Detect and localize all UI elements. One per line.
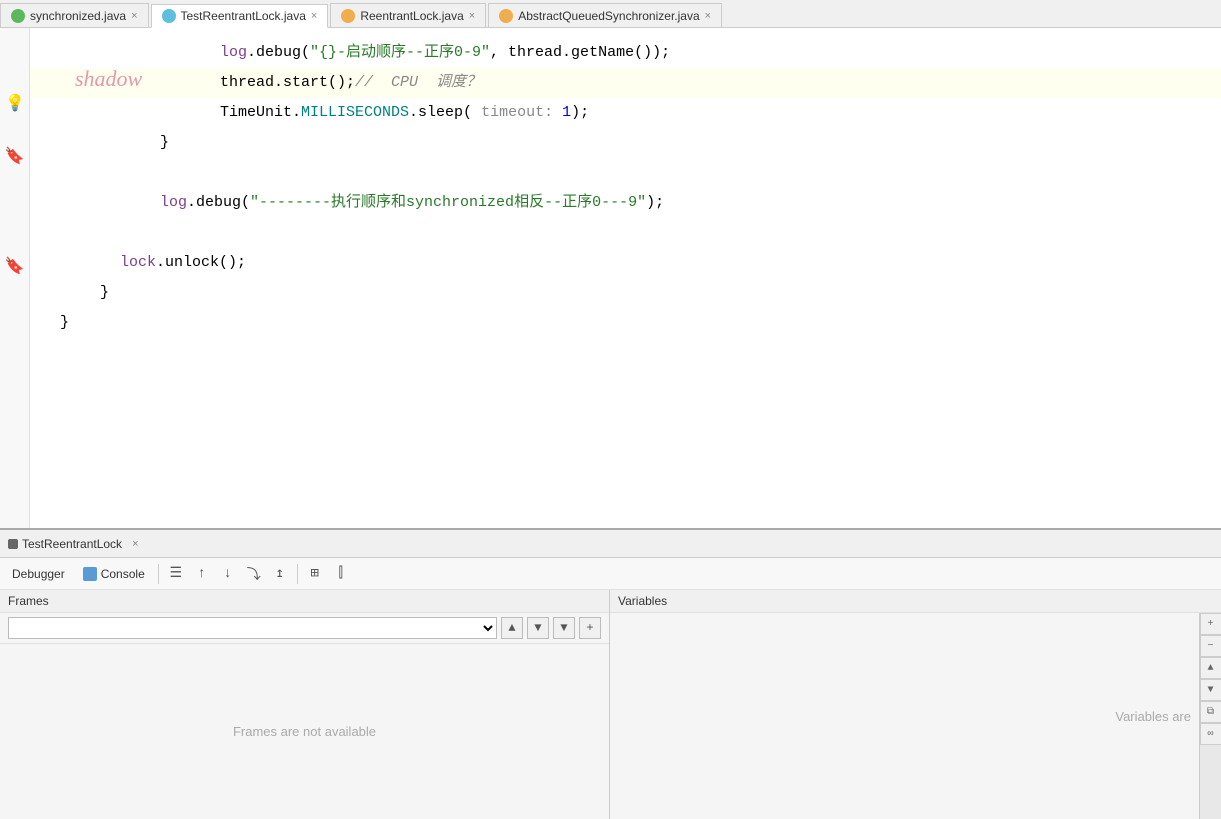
debug-toolbar: Debugger Console ☰ ↑ ↓ ⤵ ↥ ⊞ ⫿ <box>0 558 1221 590</box>
tab-testreentrant[interactable]: TestReentrantLock.java × <box>151 4 329 28</box>
tab-console-label: Console <box>101 567 145 581</box>
close-icon-abstractqueue[interactable]: × <box>705 10 711 22</box>
toolbar-sep-2 <box>297 564 298 584</box>
variables-empty-text: Variables are <box>1115 709 1191 724</box>
scrollbar-plus[interactable]: + <box>1200 613 1221 635</box>
scrollbar-up[interactable]: ▲ <box>1200 657 1221 679</box>
debug-session-close[interactable]: × <box>132 538 138 550</box>
code-line-5 <box>30 158 1221 188</box>
variables-content: Variables are <box>610 613 1199 819</box>
code-content: log.debug("{}-启动顺序--正序0-9", thread.getNa… <box>30 28 1221 528</box>
tab-label-synchronized: synchronized.java <box>30 9 126 23</box>
step-out-btn[interactable]: ↥ <box>268 562 292 586</box>
debug-tab-row: TestReentrantLock × <box>0 530 1221 558</box>
frames-dropdown[interactable] <box>8 617 497 639</box>
table-view-btn[interactable]: ⊞ <box>303 562 327 586</box>
lightbulb-icon[interactable]: 💡 <box>5 93 25 113</box>
close-icon-testreentrant[interactable]: × <box>311 10 317 22</box>
frames-filter-btn[interactable]: ▼ <box>553 617 575 639</box>
code-editor: shadow 💡 🔖 🔖 log.debug("{}-启动顺序--正序0-9",… <box>0 28 1221 528</box>
menu-icon-btn[interactable]: ☰ <box>164 562 188 586</box>
code-line-2: thread.start();// CPU 调度？ <box>30 68 1221 98</box>
step-into-btn[interactable]: ⤵ <box>242 562 266 586</box>
code-line-6: log.debug("--------执行顺序和synchronized相反--… <box>30 188 1221 218</box>
frames-nav-down[interactable]: ▼ <box>527 617 549 639</box>
scrollbar-minus[interactable]: − <box>1200 635 1221 657</box>
debug-run-name: TestReentrantLock × <box>0 537 147 551</box>
columns-btn[interactable]: ⫿ <box>329 562 353 586</box>
frames-dropdown-row: ▲ ▼ ▼ + <box>0 613 609 644</box>
scrollbar-copy[interactable]: ⧉ <box>1200 701 1221 723</box>
frames-panel: Frames ▲ ▼ ▼ + Frames are not available <box>0 590 610 819</box>
frames-add-btn[interactable]: + <box>579 617 601 639</box>
tab-icon-synchronized <box>11 9 25 23</box>
close-icon-reentrant[interactable]: × <box>469 10 475 22</box>
step-over-up-btn[interactable]: ↑ <box>190 562 214 586</box>
tab-abstractqueue[interactable]: AbstractQueuedSynchronizer.java × <box>488 3 722 27</box>
scrollbar-down[interactable]: ▼ <box>1200 679 1221 701</box>
step-over-down-btn[interactable]: ↓ <box>216 562 240 586</box>
code-line-1: log.debug("{}-启动顺序--正序0-9", thread.getNa… <box>30 38 1221 68</box>
close-icon-synchronized[interactable]: × <box>131 10 137 22</box>
debug-session-label: TestReentrantLock <box>22 537 122 551</box>
tab-icon-reentrant <box>341 9 355 23</box>
code-line-7 <box>30 218 1221 248</box>
console-icon <box>83 567 97 581</box>
gutter-bookmark-2: 🔖 <box>7 258 23 274</box>
frames-empty-text: Frames are not available <box>233 724 376 739</box>
tab-debugger[interactable]: Debugger <box>4 563 73 585</box>
code-line-4: } <box>30 128 1221 158</box>
tab-debugger-label: Debugger <box>12 567 65 581</box>
variables-panel: Variables Variables are + − ▲ ▼ ⧉ ∞ <box>610 590 1221 819</box>
debugger-panel: TestReentrantLock × Debugger Console ☰ ↑… <box>0 528 1221 819</box>
tab-synchronized[interactable]: synchronized.java × <box>0 3 149 27</box>
variables-scrollbar: + − ▲ ▼ ⧉ ∞ <box>1199 613 1221 819</box>
toolbar-sep-1 <box>158 564 159 584</box>
scrollbar-infinity[interactable]: ∞ <box>1200 723 1221 745</box>
tab-console[interactable]: Console <box>75 563 153 585</box>
tab-label-reentrant: ReentrantLock.java <box>360 9 463 23</box>
debug-run-dot <box>8 539 18 549</box>
code-line-10: } <box>30 308 1221 338</box>
tab-reentrant[interactable]: ReentrantLock.java × <box>330 3 486 27</box>
tab-icon-abstractqueue <box>499 9 513 23</box>
code-line-8: lock.unlock(); <box>30 248 1221 278</box>
tab-label-testreentrant: TestReentrantLock.java <box>181 9 306 23</box>
debug-body: Frames ▲ ▼ ▼ + Frames are not available … <box>0 590 1221 819</box>
tab-bar: synchronized.java × TestReentrantLock.ja… <box>0 0 1221 28</box>
code-line-3: TimeUnit.MILLISECONDS.sleep( timeout: 1)… <box>30 98 1221 128</box>
variables-header: Variables <box>610 590 1221 613</box>
frames-nav-up[interactable]: ▲ <box>501 617 523 639</box>
frames-header: Frames <box>0 590 609 613</box>
frames-content: Frames are not available <box>0 644 609 819</box>
gutter-bookmark-1: 🔖 <box>7 148 23 164</box>
tab-icon-testreentrant <box>162 9 176 23</box>
tab-label-abstractqueue: AbstractQueuedSynchronizer.java <box>518 9 699 23</box>
code-line-9: } <box>30 278 1221 308</box>
